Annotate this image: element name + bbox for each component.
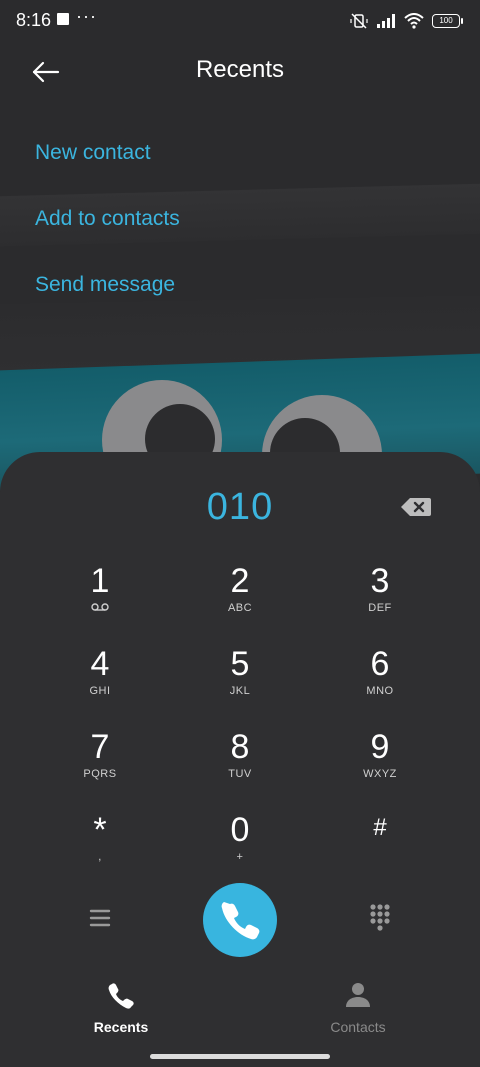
tab-label: Recents	[93, 1019, 149, 1035]
signal-icon	[377, 14, 395, 28]
tab-contacts[interactable]: Contacts	[298, 980, 418, 1035]
wifi-icon	[404, 13, 424, 29]
key-digit: 6	[370, 645, 390, 683]
phone-icon	[221, 902, 260, 940]
key-1[interactable]: 1	[30, 562, 170, 632]
page-title: Recents	[195, 56, 285, 83]
key-digit: 8	[230, 728, 250, 766]
add-to-contacts-option[interactable]: Add to contacts	[35, 207, 180, 231]
key-star[interactable]: * ,	[30, 811, 170, 881]
key-letters: +	[236, 851, 244, 863]
key-digit: 7	[90, 728, 110, 766]
more-notifications-icon: ···	[76, 6, 97, 26]
voicemail-icon	[30, 602, 170, 615]
battery-icon: 100	[432, 14, 463, 28]
call-button[interactable]	[203, 883, 277, 957]
key-digit: #	[373, 814, 387, 841]
phone-icon	[108, 983, 134, 1009]
backspace-icon	[401, 498, 431, 516]
key-digit: 5	[230, 645, 250, 683]
status-bar: 8:16 ··· 100	[0, 0, 480, 42]
key-letters: PQRS	[83, 768, 117, 780]
options-menu-button[interactable]	[84, 902, 116, 934]
key-digit: 3	[370, 562, 390, 600]
key-letters: ,	[98, 851, 102, 863]
send-message-option[interactable]: Send message	[35, 273, 175, 297]
key-6[interactable]: 6 MNO	[310, 645, 450, 715]
status-icons: 100	[350, 12, 463, 30]
key-letters: GHI	[89, 685, 111, 697]
key-7[interactable]: 7 PQRS	[30, 728, 170, 798]
dialpad-toggle-button[interactable]	[364, 900, 396, 932]
key-2[interactable]: 2 ABC	[170, 562, 310, 632]
person-icon	[346, 983, 370, 1007]
key-letters: MNO	[366, 685, 394, 697]
key-digit: 4	[90, 645, 110, 683]
key-5[interactable]: 5 JKL	[170, 645, 310, 715]
tab-recents[interactable]: Recents	[61, 980, 181, 1035]
hamburger-menu-icon	[89, 909, 111, 927]
key-letters: JKL	[229, 685, 251, 697]
key-8[interactable]: 8 TUV	[170, 728, 310, 798]
key-letters: TUV	[228, 768, 252, 780]
status-time: 8:16	[16, 10, 52, 30]
new-contact-option[interactable]: New contact	[35, 141, 151, 165]
notification-icon	[57, 13, 69, 25]
header: Recents	[0, 42, 480, 102]
key-0[interactable]: 0 +	[170, 811, 310, 881]
key-hash[interactable]: #	[310, 811, 450, 881]
key-4[interactable]: 4 GHI	[30, 645, 170, 715]
vibrate-off-icon	[350, 13, 368, 29]
key-letters: DEF	[368, 602, 392, 614]
key-digit: 1	[90, 562, 110, 600]
key-digit: 2	[230, 562, 250, 600]
home-indicator	[150, 1054, 330, 1059]
dialpad-icon	[370, 904, 390, 931]
key-9[interactable]: 9 WXYZ	[310, 728, 450, 798]
tab-label: Contacts	[330, 1019, 386, 1035]
key-digit: 0	[230, 811, 250, 849]
key-letters: WXYZ	[363, 768, 397, 780]
key-3[interactable]: 3 DEF	[310, 562, 450, 632]
key-digit: *	[93, 811, 107, 849]
backspace-button[interactable]	[400, 495, 432, 519]
key-letters: ABC	[227, 602, 253, 614]
key-digit: 9	[370, 728, 390, 766]
